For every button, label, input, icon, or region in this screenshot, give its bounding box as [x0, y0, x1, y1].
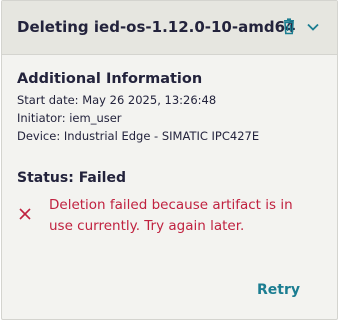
deletion-card: Deleting ied-os-1.12.0-10-amd64 Addition…: [1, 0, 338, 320]
close-icon: [18, 207, 32, 221]
retry-button[interactable]: Retry: [257, 282, 300, 298]
initiator-text: Initiator: iem_user: [17, 111, 122, 125]
card-header: Deleting ied-os-1.12.0-10-amd64: [2, 1, 337, 55]
trash-icon[interactable]: [279, 17, 299, 37]
status-label: Status: Failed: [17, 170, 126, 186]
additional-info-heading: Additional Information: [17, 71, 203, 87]
error-message: Deletion failed because artifact is in u…: [49, 197, 293, 234]
start-date-text: Start date: May 26 2025, 13:26:48: [17, 93, 217, 107]
device-text: Device: Industrial Edge - SIMATIC IPC427…: [17, 129, 260, 143]
chevron-down-icon[interactable]: [303, 17, 323, 37]
card-title: Deleting ied-os-1.12.0-10-amd64: [17, 18, 296, 36]
